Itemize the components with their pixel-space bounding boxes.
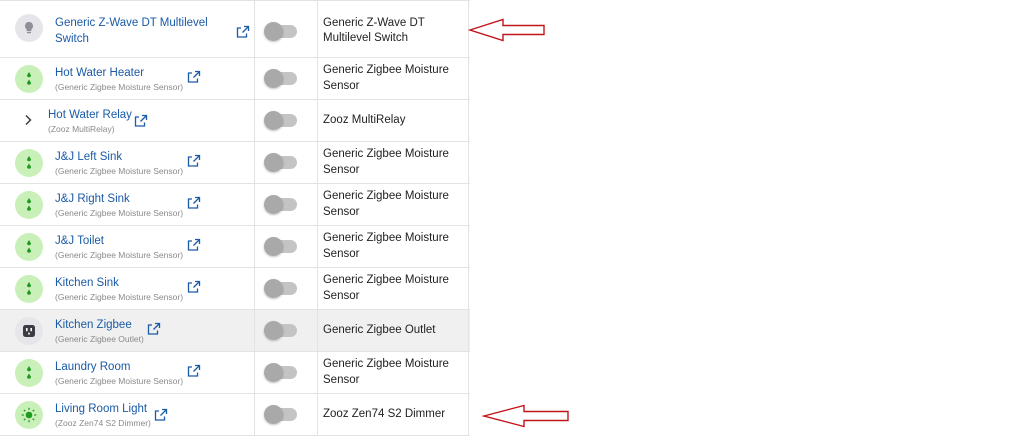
table-row: Kitchen Sink (Generic Zigbee Moisture Se… xyxy=(0,268,470,310)
enable-toggle[interactable] xyxy=(264,405,297,424)
annotation-arrow-icon xyxy=(468,18,545,42)
open-in-new-icon[interactable] xyxy=(134,114,148,128)
bulb-icon xyxy=(15,14,43,42)
device-type: Generic Zigbee Moisture Sensor xyxy=(318,58,469,99)
open-in-new-icon[interactable] xyxy=(187,196,201,210)
table-row: Kitchen Zigbee (Generic Zigbee Outlet) G… xyxy=(0,310,470,352)
table-row: Hot Water Relay (Zooz MultiRelay) Zooz M… xyxy=(0,100,470,142)
enable-toggle[interactable] xyxy=(264,321,297,340)
enable-toggle[interactable] xyxy=(264,237,297,256)
open-in-new-icon[interactable] xyxy=(187,154,201,168)
device-driver: (Generic Zigbee Moisture Sensor) xyxy=(55,208,184,218)
device-type: Zooz Zen74 S2 Dimmer xyxy=(318,394,469,435)
device-name-link[interactable]: J&J Toilet xyxy=(55,234,104,249)
device-type: Generic Zigbee Moisture Sensor xyxy=(318,226,469,267)
device-driver: (Zooz Zen74 S2 Dimmer) xyxy=(55,418,151,428)
light-on-icon xyxy=(15,401,43,429)
device-name-link[interactable]: Kitchen Sink xyxy=(55,276,119,291)
device-driver: (Generic Zigbee Moisture Sensor) xyxy=(55,166,184,176)
device-type: Generic Zigbee Moisture Sensor xyxy=(318,268,469,309)
open-in-new-icon[interactable] xyxy=(154,408,168,422)
annotation-arrow-icon xyxy=(482,404,569,428)
device-type: Zooz MultiRelay xyxy=(318,100,469,141)
enable-toggle[interactable] xyxy=(264,363,297,382)
water-drops-icon xyxy=(15,191,43,219)
device-driver: (Zooz MultiRelay) xyxy=(48,124,115,134)
device-name-link[interactable]: Living Room Light xyxy=(55,402,147,417)
device-name-link[interactable]: J&J Right Sink xyxy=(55,192,130,207)
device-name-link[interactable]: Kitchen Zigbee xyxy=(55,318,132,333)
table-row: Laundry Room (Generic Zigbee Moisture Se… xyxy=(0,352,470,394)
water-drops-icon xyxy=(15,65,43,93)
open-in-new-icon[interactable] xyxy=(187,70,201,84)
device-driver: (Generic Zigbee Moisture Sensor) xyxy=(55,292,184,302)
water-drops-icon xyxy=(15,149,43,177)
water-drops-icon xyxy=(15,359,43,387)
open-in-new-icon[interactable] xyxy=(187,238,201,252)
table-row: J&J Left Sink (Generic Zigbee Moisture S… xyxy=(0,142,470,184)
device-name-link[interactable]: Generic Z-Wave DT Multilevel Switch xyxy=(55,15,215,47)
device-name-link[interactable]: J&J Left Sink xyxy=(55,150,122,165)
device-driver: (Generic Zigbee Outlet) xyxy=(55,334,144,344)
enable-toggle[interactable] xyxy=(264,111,297,130)
device-driver: (Generic Zigbee Moisture Sensor) xyxy=(55,250,184,260)
outlet-icon xyxy=(15,317,43,345)
enable-toggle[interactable] xyxy=(264,69,297,88)
open-in-new-icon[interactable] xyxy=(187,280,201,294)
device-type: Generic Zigbee Outlet xyxy=(318,310,469,351)
table-row: J&J Toilet (Generic Zigbee Moisture Sens… xyxy=(0,226,470,268)
enable-toggle[interactable] xyxy=(264,195,297,214)
device-name-link[interactable]: Hot Water Heater xyxy=(55,66,144,81)
enable-toggle[interactable] xyxy=(264,22,297,41)
open-in-new-icon[interactable] xyxy=(147,322,161,336)
enable-toggle[interactable] xyxy=(264,279,297,298)
device-type: Generic Zigbee Moisture Sensor xyxy=(318,184,469,225)
enable-toggle[interactable] xyxy=(264,153,297,172)
table-row: Hot Water Heater (Generic Zigbee Moistur… xyxy=(0,58,470,100)
device-driver: (Generic Zigbee Moisture Sensor) xyxy=(55,82,184,92)
table-row: Generic Z-Wave DT Multilevel Switch Gene… xyxy=(0,0,470,58)
device-type: Generic Zigbee Moisture Sensor xyxy=(318,352,469,393)
table-row: Living Room Light (Zooz Zen74 S2 Dimmer)… xyxy=(0,394,470,436)
water-drops-icon xyxy=(15,275,43,303)
table-row: J&J Right Sink (Generic Zigbee Moisture … xyxy=(0,184,470,226)
open-in-new-icon[interactable] xyxy=(187,364,201,378)
device-name-link[interactable]: Laundry Room xyxy=(55,360,130,375)
chevron-right-icon[interactable] xyxy=(20,112,36,128)
device-name-link[interactable]: Hot Water Relay xyxy=(48,108,132,123)
device-driver: (Generic Zigbee Moisture Sensor) xyxy=(55,376,184,386)
water-drops-icon xyxy=(15,233,43,261)
device-type: Generic Zigbee Moisture Sensor xyxy=(318,142,469,183)
open-in-new-icon[interactable] xyxy=(236,25,250,39)
device-type: Generic Z-Wave DT Multilevel Switch xyxy=(318,1,469,57)
